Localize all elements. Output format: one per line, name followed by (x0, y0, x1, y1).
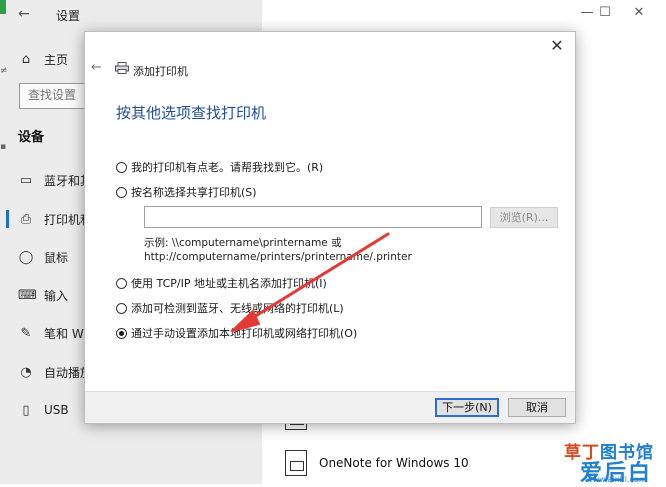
annotation-arrow (231, 232, 390, 332)
watermark-url: www.aixiri.com (586, 475, 647, 484)
